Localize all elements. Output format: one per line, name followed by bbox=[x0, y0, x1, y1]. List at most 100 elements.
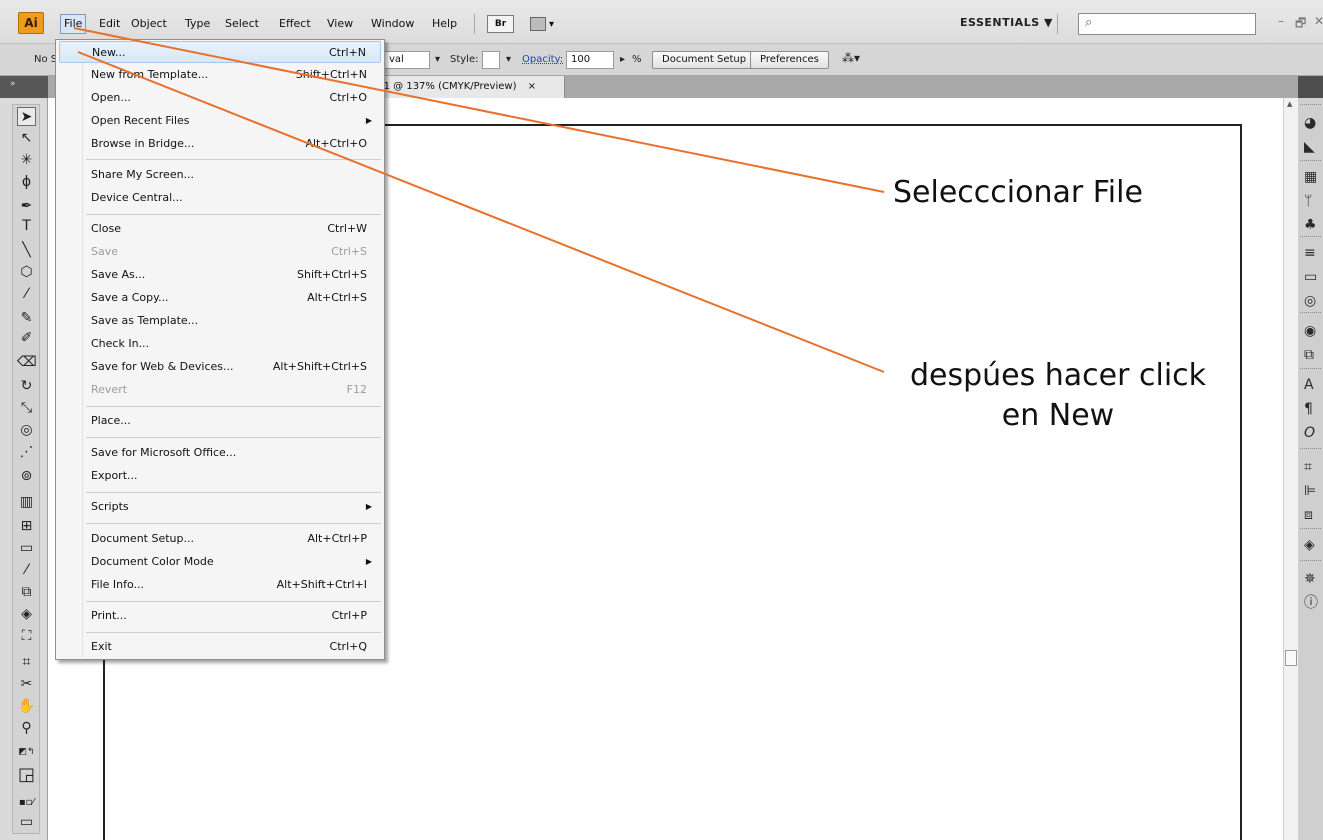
menu-item-print[interactable]: Print... Ctrl+P bbox=[59, 605, 381, 627]
warp-tool-icon[interactable]: ◎ bbox=[17, 421, 36, 440]
rotate-tool-icon[interactable]: ↻ bbox=[17, 377, 36, 396]
close-icon[interactable]: ✕ bbox=[1314, 14, 1323, 28]
stroke-panel-icon[interactable]: ≡ bbox=[1304, 244, 1323, 262]
menu-object[interactable]: Object bbox=[128, 14, 170, 34]
live-paint-selection-tool-icon[interactable]: ⛶ bbox=[17, 627, 36, 646]
opacity-arrow-icon[interactable]: ▸ bbox=[620, 54, 625, 65]
menu-item-save-for-web[interactable]: Save for Web & Devices... Alt+Shift+Ctrl+… bbox=[59, 356, 381, 378]
live-paint-tool-icon[interactable]: ◈ bbox=[17, 605, 36, 624]
eyedropper-tool-icon[interactable]: ⁄ bbox=[17, 561, 36, 580]
brush-field[interactable]: val bbox=[384, 51, 430, 69]
column-graph-tool-icon[interactable]: ▥ bbox=[17, 493, 36, 512]
minimize-icon[interactable]: – bbox=[1278, 14, 1284, 28]
color-panel-icon[interactable]: ◕ bbox=[1304, 114, 1323, 132]
arrange-documents-icon[interactable]: ▾ bbox=[530, 15, 566, 33]
menu-item-export[interactable]: Export... bbox=[59, 465, 381, 487]
blend-tool-icon[interactable]: ⧉ bbox=[17, 583, 36, 602]
paragraph-panel-icon[interactable]: ¶ bbox=[1304, 400, 1323, 418]
swatches-panel-icon[interactable]: ▦ bbox=[1304, 168, 1323, 186]
menu-file[interactable]: File bbox=[60, 14, 87, 34]
dropdown-arrow-icon[interactable]: ▾ bbox=[506, 54, 511, 65]
scroll-up-icon[interactable]: ▲ bbox=[1287, 100, 1292, 108]
color-guide-icon[interactable]: ◣ bbox=[1304, 138, 1323, 156]
direct-selection-tool-icon[interactable]: ↖ bbox=[17, 129, 36, 148]
menu-help[interactable]: Help bbox=[429, 14, 460, 34]
menu-view[interactable]: View bbox=[324, 14, 356, 34]
restore-icon[interactable]: 🗗 bbox=[1295, 14, 1306, 35]
menu-effect[interactable]: Effect bbox=[276, 14, 314, 34]
menu-item-new[interactable]: New... Ctrl+N bbox=[59, 41, 381, 63]
artboard-tool-icon[interactable]: ⌗ bbox=[17, 653, 36, 672]
menu-item-new-from-template[interactable]: New from Template... Shift+Ctrl+N bbox=[59, 64, 381, 86]
mesh-tool-icon[interactable]: ⊞ bbox=[17, 517, 36, 536]
menu-item-close[interactable]: Close Ctrl+W bbox=[59, 218, 381, 240]
menu-item-open[interactable]: Open... Ctrl+O bbox=[59, 87, 381, 109]
paintbrush-tool-icon[interactable]: ⁄ bbox=[17, 285, 36, 304]
close-tab-icon[interactable]: × bbox=[528, 81, 536, 92]
opentype-panel-icon[interactable]: O bbox=[1304, 424, 1323, 442]
layers-panel-icon[interactable]: ◈ bbox=[1304, 536, 1323, 554]
character-panel-icon[interactable]: A bbox=[1304, 376, 1323, 394]
navigator-panel-icon[interactable]: ✵ bbox=[1304, 570, 1323, 588]
opacity-field[interactable]: 100 bbox=[566, 51, 614, 69]
workspace-switcher[interactable]: ESSENTIALS ▼ bbox=[960, 16, 1053, 29]
document-setup-button[interactable]: Document Setup bbox=[652, 51, 757, 69]
lasso-tool-icon[interactable]: ϕ bbox=[17, 173, 36, 192]
pathfinder-panel-icon[interactable]: ⧈ bbox=[1304, 506, 1323, 524]
fill-stroke-icon[interactable]: ◲ bbox=[17, 765, 36, 784]
menu-item-check-in[interactable]: Check In... bbox=[59, 333, 381, 355]
line-tool-icon[interactable]: ╲ bbox=[17, 241, 36, 260]
blob-brush-tool-icon[interactable]: ✐ bbox=[17, 329, 36, 348]
align-options-icon[interactable]: ⁂▾ bbox=[842, 51, 860, 65]
menu-item-save-as[interactable]: Save As... Shift+Ctrl+S bbox=[59, 264, 381, 286]
selection-tool-icon[interactable]: ➤ bbox=[17, 107, 36, 126]
menu-item-share-my-screen[interactable]: Share My Screen... bbox=[59, 164, 381, 186]
free-transform-tool-icon[interactable]: ⋰ bbox=[17, 443, 36, 462]
menu-item-scripts[interactable]: Scripts ▶ bbox=[59, 496, 381, 518]
menu-item-file-info[interactable]: File Info... Alt+Shift+Ctrl+I bbox=[59, 574, 381, 596]
menu-item-open-recent-files[interactable]: Open Recent Files ▶ bbox=[59, 110, 381, 132]
search-input[interactable]: ⌕ bbox=[1078, 13, 1256, 35]
appearance-panel-icon[interactable]: ◉ bbox=[1304, 322, 1323, 340]
shape-tool-icon[interactable]: ⬡ bbox=[17, 263, 36, 282]
symbol-sprayer-tool-icon[interactable]: ⊚ bbox=[17, 467, 36, 486]
panel-collapse-icon[interactable]: » bbox=[0, 76, 48, 98]
align-panel-icon[interactable]: ⊫ bbox=[1304, 482, 1323, 500]
swap-colors-icon[interactable]: ◩↰ bbox=[17, 743, 36, 762]
menu-item-device-central[interactable]: Device Central... bbox=[59, 187, 381, 209]
menu-item-document-setup[interactable]: Document Setup... Alt+Ctrl+P bbox=[59, 528, 381, 550]
menu-item-save-a-copy[interactable]: Save a Copy... Alt+Ctrl+S bbox=[59, 287, 381, 309]
transform-panel-icon[interactable]: ⌗ bbox=[1304, 458, 1323, 476]
menu-item-place[interactable]: Place... bbox=[59, 410, 381, 432]
brushes-panel-icon[interactable]: ᛘ bbox=[1304, 192, 1323, 210]
scale-tool-icon[interactable]: ⤡ bbox=[17, 399, 36, 418]
opacity-label[interactable]: Opacity: bbox=[522, 54, 563, 65]
dropdown-arrow-icon[interactable]: ▾ bbox=[435, 54, 440, 65]
menu-item-document-color-mode[interactable]: Document Color Mode ▶ bbox=[59, 551, 381, 573]
menu-window[interactable]: Window bbox=[368, 14, 417, 34]
menu-item-browse-in-bridge[interactable]: Browse in Bridge... Alt+Ctrl+O bbox=[59, 133, 381, 155]
scrollbar-thumb[interactable] bbox=[1285, 650, 1297, 666]
info-panel-icon[interactable]: ⓘ bbox=[1304, 594, 1323, 612]
transparency-panel-icon[interactable]: ◎ bbox=[1304, 292, 1323, 310]
pencil-tool-icon[interactable]: ✎ bbox=[17, 309, 36, 328]
color-mode-icon[interactable]: ▪▫⁄ bbox=[17, 793, 36, 812]
menu-item-save-as-template[interactable]: Save as Template... bbox=[59, 310, 381, 332]
menu-item-exit[interactable]: Exit Ctrl+Q bbox=[59, 636, 381, 658]
pen-tool-icon[interactable]: ✒ bbox=[17, 197, 36, 216]
menu-edit[interactable]: Edit bbox=[96, 14, 123, 34]
graphic-styles-panel-icon[interactable]: ⧉ bbox=[1304, 346, 1323, 364]
gradient-panel-icon[interactable]: ▭ bbox=[1304, 268, 1323, 286]
magic-wand-tool-icon[interactable]: ✳ bbox=[17, 151, 36, 170]
slice-tool-icon[interactable]: ✂ bbox=[17, 675, 36, 694]
zoom-tool-icon[interactable]: ⚲ bbox=[17, 719, 36, 738]
preferences-button[interactable]: Preferences bbox=[750, 51, 829, 69]
vertical-scrollbar[interactable]: ▲ bbox=[1283, 98, 1298, 840]
menu-item-save-for-microsoft-office[interactable]: Save for Microsoft Office... bbox=[59, 442, 381, 464]
symbols-panel-icon[interactable]: ♣ bbox=[1304, 216, 1323, 234]
eraser-tool-icon[interactable]: ⌫ bbox=[17, 353, 37, 372]
hand-tool-icon[interactable]: ✋ bbox=[17, 697, 36, 716]
screen-mode-icon[interactable]: ▭ bbox=[17, 813, 36, 832]
gradient-tool-icon[interactable]: ▭ bbox=[17, 539, 36, 558]
style-swatch[interactable] bbox=[482, 51, 500, 69]
